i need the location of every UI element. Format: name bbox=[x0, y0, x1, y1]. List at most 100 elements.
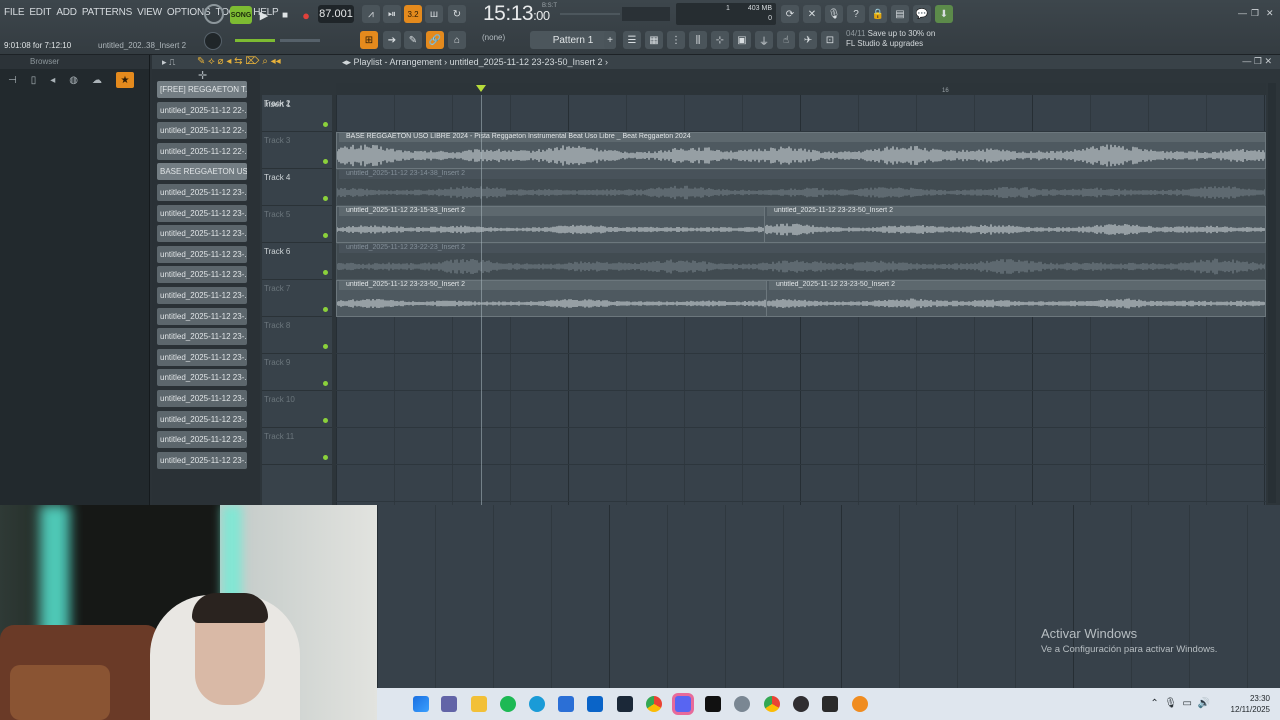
save-icon[interactable]: ▤ bbox=[891, 5, 909, 23]
bird-icon[interactable]: ✈ bbox=[799, 31, 817, 49]
star-icon[interactable]: ★ bbox=[116, 72, 134, 88]
arrangement-grid[interactable]: BASE REGGAETON USO LIBRE 2024 - Pista Re… bbox=[336, 95, 1266, 505]
master-volume-slider[interactable] bbox=[235, 39, 275, 42]
download-icon[interactable]: ⬇ bbox=[935, 5, 953, 23]
track-enable-icon[interactable] bbox=[323, 307, 328, 312]
system-tray-icons[interactable]: ⌃ 🎙 ▭ 🔊 bbox=[1150, 698, 1210, 709]
clip-source-item[interactable]: untitled_2025-11-12 23-... bbox=[157, 390, 247, 407]
chrome-alt-icon[interactable] bbox=[764, 696, 780, 712]
restore-icon[interactable]: ❐ bbox=[1251, 8, 1259, 19]
tools-icon[interactable]: ✕ bbox=[803, 5, 821, 23]
outlook-icon[interactable] bbox=[587, 696, 603, 712]
clip-source-item[interactable]: untitled_2025-11-12 23-... bbox=[157, 328, 247, 346]
project-browser-icon[interactable]: ▣ bbox=[733, 31, 751, 49]
link-icon[interactable]: 🔗 bbox=[426, 31, 444, 49]
track-header[interactable]: Track 7 bbox=[262, 280, 332, 317]
mic-icon[interactable]: 🎙 bbox=[825, 5, 843, 23]
obs-icon[interactable] bbox=[793, 696, 809, 712]
track-enable-icon[interactable] bbox=[323, 196, 328, 201]
clip-source-item[interactable]: untitled_2025-11-12 23-... bbox=[157, 451, 247, 469]
metronome-icon[interactable]: ⩘ bbox=[362, 5, 380, 23]
track-header[interactable]: Track 8 bbox=[262, 317, 332, 354]
lock-icon[interactable]: 🔒 bbox=[869, 5, 887, 23]
arrangement-grid-lower[interactable] bbox=[377, 505, 1280, 688]
add-pattern-icon[interactable]: + bbox=[604, 31, 616, 49]
cloud-icon[interactable]: ☁ bbox=[92, 75, 102, 86]
minimize-icon[interactable]: — bbox=[1238, 8, 1247, 18]
clip-source-item[interactable]: BASE REGGAETON US... bbox=[157, 163, 247, 181]
settings-icon[interactable] bbox=[734, 696, 750, 712]
track-header[interactable]: Track 9 bbox=[262, 354, 332, 391]
wait-input-icon[interactable]: ⏯ bbox=[383, 5, 401, 23]
close-icon[interactable]: ✕ bbox=[1266, 8, 1274, 19]
taskbar-clock[interactable]: 23:30 12/11/2025 bbox=[1231, 693, 1270, 715]
play-button[interactable]: ▶ bbox=[255, 6, 273, 24]
step-edit-icon[interactable]: ш bbox=[425, 5, 443, 23]
clip-source-item[interactable]: untitled_2025-11-12 23-... bbox=[157, 204, 247, 222]
stamp-icon[interactable]: ⌂ bbox=[448, 31, 466, 49]
clip-source-item[interactable]: untitled_2025-11-12 22-... bbox=[157, 101, 247, 119]
clip-source-item[interactable]: untitled_2025-11-12 23-... bbox=[157, 287, 247, 304]
playlist-close-icon[interactable]: — ❐ ✕ bbox=[1242, 56, 1272, 67]
track-header[interactable]: Track 3 bbox=[262, 132, 332, 169]
store-icon[interactable] bbox=[558, 696, 574, 712]
clip-source-item[interactable]: untitled_2025-11-12 23-... bbox=[157, 410, 247, 428]
tiktok-icon[interactable] bbox=[705, 696, 721, 712]
discord-icon[interactable] bbox=[675, 696, 691, 712]
snap-select[interactable]: (none) bbox=[482, 33, 512, 47]
piano-roll-icon[interactable]: ▦ bbox=[645, 31, 663, 49]
song-mode-button[interactable]: SONG bbox=[230, 6, 252, 24]
menu-add[interactable]: ADD bbox=[56, 7, 77, 18]
track-enable-icon[interactable] bbox=[323, 159, 328, 164]
track-enable-icon[interactable] bbox=[323, 344, 328, 349]
snap-icon[interactable]: ⊞ bbox=[360, 31, 378, 49]
clip-source-item[interactable]: untitled_2025-11-12 22-... bbox=[157, 142, 247, 160]
track-header[interactable]: Track 6 bbox=[262, 243, 332, 280]
track-enable-icon[interactable] bbox=[323, 381, 328, 386]
clip-source-item[interactable]: untitled_2025-11-12 23-... bbox=[157, 369, 247, 387]
track-header[interactable]: Track 11 bbox=[262, 428, 332, 465]
vertical-scrollbar[interactable] bbox=[1268, 83, 1276, 503]
audio-clip-track2[interactable]: BASE REGGAETON USO LIBRE 2024 - Pista Re… bbox=[336, 132, 1266, 169]
master-volume-knob[interactable] bbox=[204, 32, 222, 50]
help-icon[interactable]: ? bbox=[847, 5, 865, 23]
spotify-icon[interactable] bbox=[500, 696, 516, 712]
paint-icon[interactable]: ✎ ⟡ ⌀ ◂ ⇆ ⌦ ⌕ ◂◂ bbox=[197, 56, 281, 67]
steam-icon[interactable] bbox=[617, 696, 633, 712]
promo-banner[interactable]: 04/11 Save up to 30% on FL Studio & upgr… bbox=[846, 29, 935, 49]
master-pitch-slider[interactable] bbox=[280, 39, 320, 42]
menu-edit[interactable]: EDIT bbox=[29, 7, 51, 18]
plugin-icon[interactable]: ⏚ bbox=[755, 31, 773, 49]
clip-source-item[interactable]: untitled_2025-11-12 23-... bbox=[157, 307, 247, 325]
playlist-menu-icon[interactable]: ▸ ⎍ bbox=[162, 57, 175, 68]
clip-source-item[interactable]: untitled_2025-11-12 22-... bbox=[157, 122, 247, 140]
countdown-icon[interactable]: 3.2 bbox=[404, 5, 422, 23]
audio-clip-track5[interactable]: untitled_2025-11-12 23-22-23_Insert 2 bbox=[336, 243, 1266, 280]
shop-icon[interactable]: ⊡ bbox=[821, 31, 839, 49]
track-enable-icon[interactable] bbox=[323, 418, 328, 423]
audio-clip-track3[interactable]: untitled_2025-11-12 23-14-38_Insert 2 bbox=[336, 169, 1266, 206]
loop-record-icon[interactable]: ↻ bbox=[448, 5, 466, 23]
plugin-picker-icon[interactable]: ⊹ bbox=[711, 31, 729, 49]
teams-icon[interactable] bbox=[441, 696, 457, 712]
playhead-marker[interactable] bbox=[476, 85, 486, 92]
fl-studio-icon[interactable] bbox=[852, 696, 868, 712]
audio-clip-track4b[interactable]: untitled_2025-11-12 23-23-50_Insert 2 bbox=[764, 206, 1266, 243]
track-enable-icon[interactable] bbox=[323, 455, 328, 460]
pencil-icon[interactable]: ✎ bbox=[404, 31, 422, 49]
menu-view[interactable]: VIEW bbox=[137, 7, 162, 18]
collapse-icon[interactable]: ⊣ bbox=[8, 75, 17, 86]
clip-source-item[interactable]: untitled_2025-11-12 23-... bbox=[157, 225, 247, 243]
clip-source-item[interactable]: untitled_2025-11-12 23-... bbox=[157, 431, 247, 449]
audio-clip-track4a[interactable]: untitled_2025-11-12 23-15-33_Insert 2 bbox=[336, 206, 766, 243]
reload-icon[interactable]: ⟳ bbox=[781, 5, 799, 23]
arrow-icon[interactable]: ➔ bbox=[383, 31, 401, 49]
track-enable-icon[interactable] bbox=[323, 233, 328, 238]
song-time-display[interactable]: 15:13:00 bbox=[483, 2, 550, 26]
edge-icon[interactable] bbox=[529, 696, 545, 712]
chrome-icon[interactable] bbox=[646, 696, 662, 712]
track-header[interactable]: Track 5 bbox=[262, 206, 332, 243]
globe-icon[interactable]: ◍ bbox=[69, 75, 78, 86]
file-icon[interactable]: ▯ bbox=[31, 75, 37, 86]
folder-icon[interactable] bbox=[471, 696, 487, 712]
